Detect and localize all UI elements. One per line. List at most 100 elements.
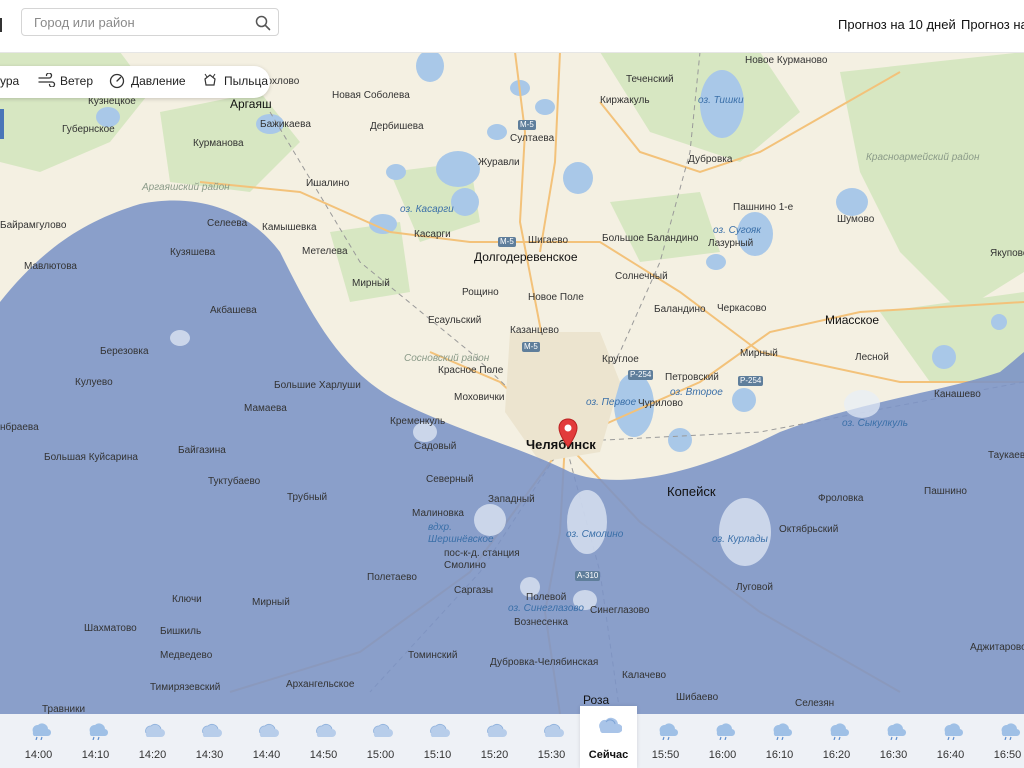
search-input[interactable] [34,14,244,30]
timeline-time-label: 16:50 [993,749,1022,761]
label-severny: Северный [426,474,474,485]
label-kuluevo: Кулуево [75,377,113,388]
road-badge-m5: М-5 [518,120,536,130]
label-mirny-sw: Мирный [252,597,290,608]
label-bolshaya-kuisarina: Большая Куйсарина [44,452,138,463]
timeline-time-label: 16:40 [936,749,965,761]
timeline-slot[interactable]: 14:00 [10,714,67,768]
label-dubrovka-chel: Дубровка-Челябинская [490,657,599,668]
layer-label: ура [0,74,20,88]
label-sosnovsky-rayon: Сосновский район [404,353,490,364]
label-kuzyasheva: Кузяшева [170,247,216,258]
label-kurmanova: Курманова [193,138,244,149]
timeline-slot[interactable]: 15:30 [523,714,580,768]
timeline-slot[interactable]: 15:50 [637,714,694,768]
label-oz-sinegladovo: оз. Синеглазово [508,603,584,614]
label-lugovoy: Луговой [736,582,774,593]
rain-cloud-icon [944,723,964,740]
snow-cloud-icon [373,723,393,737]
timeline-slot[interactable]: 14:10 [67,714,124,768]
label-kamyshevka: Камышевка [262,222,317,233]
label-kirzhakul: Киржакуль [600,95,650,106]
label-tuktubaevo: Туктубаево [208,476,261,487]
label-petrovsky: Петровский [665,372,719,383]
label-kazantsevo: Казанцево [510,325,559,336]
label-krasnoe-pole: Красное Поле [438,365,504,376]
timeline-now[interactable]: Сейчас [580,706,637,768]
label-oktyabrsky: Октябрьский [779,524,839,535]
side-panel-toggle[interactable] [0,109,4,139]
snow-cloud-icon [487,723,507,737]
layer-label: Пыльца [224,74,269,88]
label-kremenkul: Кременкуль [390,416,446,427]
label-gubernskoe: Губернское [62,124,115,135]
label-vdkhr: вдхр. Шершнёвское [428,522,494,545]
label-kopeisk: Копейск [667,484,716,499]
road-badge-m5-2: М-5 [498,237,516,247]
timeline-time-label: 16:10 [765,749,794,761]
timeline-slot[interactable]: 15:10 [409,714,466,768]
road-badge-a310: А-310 [575,571,601,581]
weather-map[interactable]: Аргаяш Кузнецкое Губернское Курманова Ар… [0,52,1024,714]
label-zhuravli: Журавли [478,157,520,168]
snow-cloud-icon [544,723,564,737]
label-voznesenka: Вознесенка [514,617,569,628]
timeline-time-label: 16:30 [879,749,908,761]
pollen-icon [204,73,216,86]
label-mavlyutova: Мавлютова [24,261,77,272]
rain-cloud-icon [773,723,793,740]
timeline-slot[interactable]: 16:10 [751,714,808,768]
timeline-slot[interactable]: 16:50 [979,714,1024,768]
label-lesnoy: Лесной [855,352,889,363]
label-kasargi: Касарги [414,229,451,240]
label-esaulsky: Есаульский [428,315,482,326]
rain-cloud-icon [1001,723,1021,740]
forecast-10-days-link[interactable]: Прогноз на 10 дней [838,17,956,32]
label-kruglo: Круглое [602,354,639,365]
label-sinegl: Синеглазово [590,605,650,616]
label-klyuchi: Ключи [172,594,202,605]
timeline-slot[interactable]: 14:20 [124,714,181,768]
label-travniki: Травники [42,704,86,714]
layer-label: Ветер [60,74,93,88]
label-malinovka: Малиновка [412,508,464,519]
wind-icon [38,73,56,87]
timeline-slot[interactable]: 16:00 [694,714,751,768]
timeline-time-label: 14:40 [252,749,281,761]
timeline-slot[interactable]: 15:00 [352,714,409,768]
label-tominsky: Томинский [408,650,458,661]
timeline-slot[interactable]: 14:30 [181,714,238,768]
label-solnechny: Солнечный [615,271,668,282]
forecast-link[interactable]: Прогноз на [961,17,1024,32]
label-kalachevo: Калачево [622,670,667,681]
timeline-slot[interactable]: 15:20 [466,714,523,768]
label-oz-kuryady: оз. Курлады [712,534,768,545]
timeline-time-label: 15:50 [651,749,680,761]
road-badge-r254: Р-254 [628,370,654,380]
label-dolgoderevenskoe: Долгодеревенское [474,250,578,264]
timeline-slot[interactable]: 14:50 [295,714,352,768]
label-sargazy: Саргазы [454,585,494,596]
label-balandino: Баландино [654,304,706,315]
timeline-time-label: 14:10 [81,749,110,761]
timeline-slot[interactable]: 16:30 [865,714,922,768]
header: Прогноз на 10 дней Прогноз на [0,0,1024,53]
label-selezyan: Селезян [795,698,835,709]
label-shakhmatovo: Шахматово [84,623,137,634]
label-azhitarovo: Аджитарово [970,642,1024,653]
label-oz-pervoe: оз. Первое [586,397,637,408]
location-pin-icon[interactable] [557,418,579,448]
label-shibaevo: Шибаево [676,692,719,703]
search-icon[interactable] [255,15,271,31]
timeline-slot[interactable]: 14:40 [238,714,295,768]
label-pashnino1: Пашнино 1-е [733,202,794,213]
label-roza: Роза [583,693,610,707]
pressure-gauge-icon [109,73,125,89]
search-box[interactable] [21,8,279,36]
timeline-slot[interactable]: 16:40 [922,714,979,768]
rain-cloud-icon [32,723,52,740]
timeline-slot[interactable]: 16:20 [808,714,865,768]
menu-edge[interactable] [0,18,2,32]
time-slider[interactable]: 14:00 14:10 14:20 14:30 14:40 14:50 15:00 15:10… [0,706,1024,768]
label-dubrovka: Дубровка [688,154,733,165]
